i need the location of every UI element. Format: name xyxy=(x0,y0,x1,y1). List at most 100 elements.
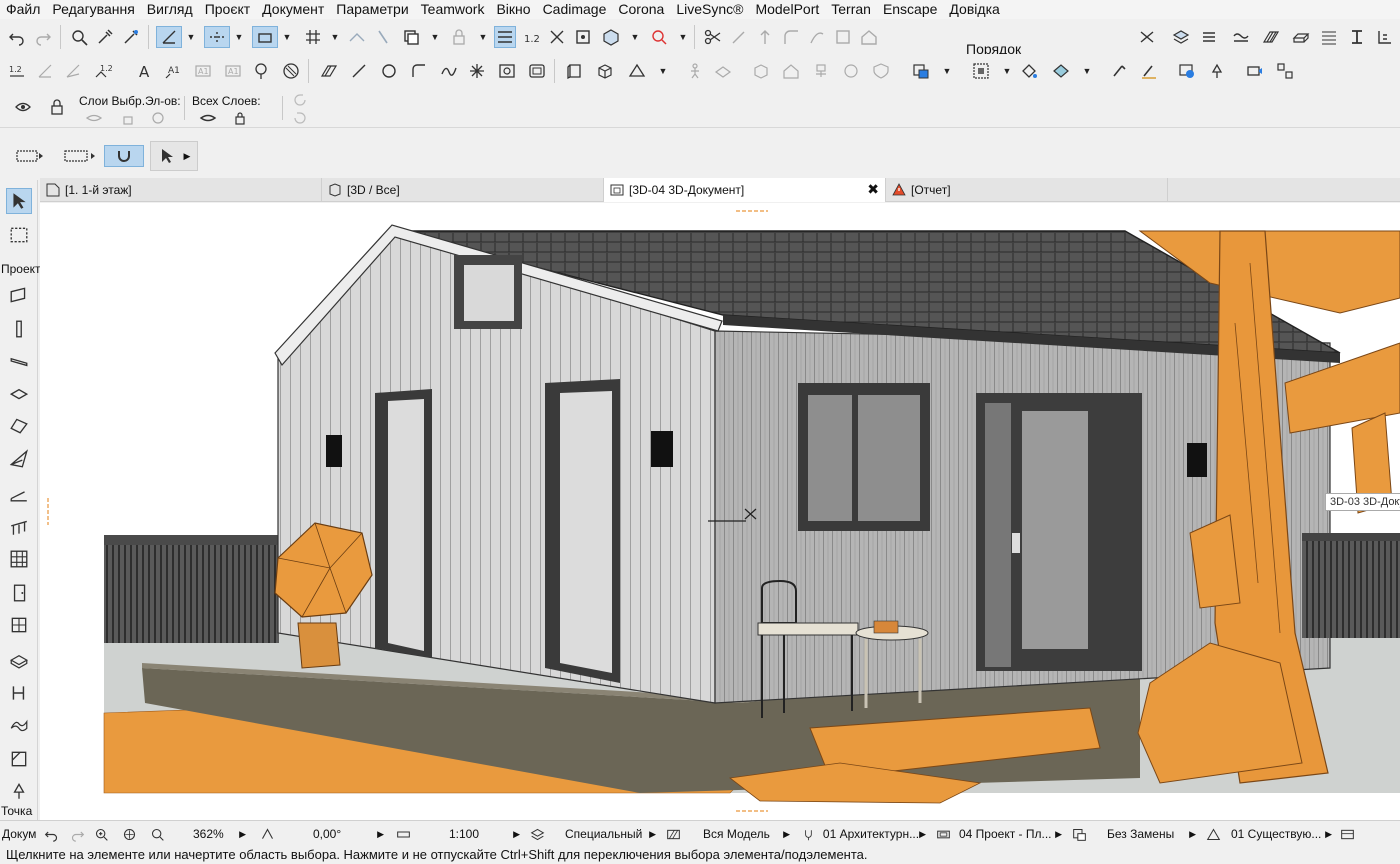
scale-field[interactable]: 1:100 ▶ xyxy=(396,825,520,843)
zoom-level-field[interactable]: 362% ▶ xyxy=(150,825,246,843)
menu-window[interactable]: Вікно xyxy=(490,0,536,19)
curtain-wall-button[interactable] xyxy=(750,60,772,82)
morph-button[interactable] xyxy=(564,60,586,82)
chevron-down-icon[interactable]: ▼ xyxy=(658,60,668,82)
shell-button[interactable] xyxy=(626,60,648,82)
grid-snap-button[interactable] xyxy=(302,26,324,48)
fit-zoom-button[interactable] xyxy=(122,825,137,843)
marquee-selection-button[interactable] xyxy=(12,145,48,167)
element-info-button[interactable] xyxy=(910,60,932,82)
redo-zoom-button[interactable] xyxy=(70,825,85,843)
dimension-standard-dropdown[interactable]: 04 Проект - Пл... ▶ xyxy=(936,825,1062,843)
menu-livesync[interactable]: LiveSync® xyxy=(670,0,749,19)
suspend-groups-button[interactable] xyxy=(494,26,516,48)
all-layers-eye-button[interactable] xyxy=(198,110,218,126)
close-icon[interactable]: ✖ xyxy=(867,181,879,198)
layer-redo-button[interactable] xyxy=(290,110,310,126)
renovation-button[interactable] xyxy=(870,60,892,82)
object-tool[interactable] xyxy=(6,680,32,706)
slab-tool[interactable] xyxy=(6,380,32,406)
quick-layers-button[interactable] xyxy=(12,96,34,118)
resize-button[interactable] xyxy=(832,26,854,48)
stair-maker-button[interactable] xyxy=(810,60,832,82)
spline-button[interactable] xyxy=(438,60,460,82)
railing-tool[interactable] xyxy=(6,514,32,540)
lamp-button[interactable] xyxy=(1206,60,1228,82)
column-button[interactable] xyxy=(1346,26,1368,48)
surface-painter-button[interactable] xyxy=(1050,60,1072,82)
mesh-tool[interactable] xyxy=(6,646,32,672)
menu-edit[interactable]: Редагування xyxy=(46,0,140,19)
hatch-toggle-button[interactable] xyxy=(1198,26,1220,48)
chevron-down-icon[interactable]: ▼ xyxy=(678,26,688,48)
brush-button[interactable] xyxy=(1108,60,1130,82)
drawing-button[interactable] xyxy=(496,60,518,82)
window-tool[interactable] xyxy=(6,612,32,638)
menu-modelport[interactable]: ModelPort xyxy=(749,0,825,19)
menu-document[interactable]: Документ xyxy=(256,0,330,19)
all-layers-lock-button[interactable] xyxy=(230,110,250,126)
chevron-down-icon[interactable]: ▼ xyxy=(430,26,440,48)
fit-in-window-button[interactable] xyxy=(572,26,594,48)
3d-document-viewport[interactable]: 3D-03 3D-Доку xyxy=(40,203,1400,820)
graphic-override-dropdown[interactable]: Без Замены ▶ xyxy=(1072,825,1196,843)
chevron-down-icon[interactable]: ▼ xyxy=(234,26,244,48)
polyline-button[interactable] xyxy=(408,60,430,82)
dimension-radial-button[interactable] xyxy=(62,60,84,82)
guide-lines-button[interactable] xyxy=(156,26,182,48)
dimension-angular-button[interactable] xyxy=(34,60,56,82)
brush-settings-button[interactable] xyxy=(1138,60,1160,82)
menu-view[interactable]: Вигляд xyxy=(141,0,199,19)
line-button[interactable] xyxy=(348,60,370,82)
chevron-down-icon[interactable]: ▼ xyxy=(942,60,952,82)
hotspot-button[interactable] xyxy=(250,60,272,82)
fillet-button[interactable] xyxy=(780,26,802,48)
label-button[interactable]: A1 xyxy=(162,60,184,82)
dimension-button[interactable]: 1.2 xyxy=(520,26,542,48)
arc-circle-button[interactable] xyxy=(378,60,400,82)
menu-file[interactable]: Файл xyxy=(0,0,46,19)
roof-split-button[interactable] xyxy=(858,26,880,48)
lock-layers-button[interactable] xyxy=(46,96,68,118)
paint-bucket-button[interactable] xyxy=(1018,60,1040,82)
layer-lock-button[interactable] xyxy=(118,110,138,126)
slab-button[interactable] xyxy=(1260,26,1282,48)
beam-button[interactable] xyxy=(1290,26,1312,48)
layer-wireframe-button[interactable] xyxy=(148,110,168,126)
undo-button[interactable] xyxy=(6,26,28,48)
zone-fill-button[interactable] xyxy=(1318,26,1340,48)
extend-button[interactable] xyxy=(754,26,776,48)
menu-terran[interactable]: Terran xyxy=(825,0,877,19)
tab-report[interactable]: [Отчет] xyxy=(886,178,1168,202)
hyperlink-button[interactable] xyxy=(840,60,862,82)
chevron-down-icon[interactable]: ▼ xyxy=(186,26,196,48)
menu-help[interactable]: Довідка xyxy=(943,0,1005,19)
tab-3d-all[interactable]: [3D / Все] xyxy=(322,178,604,202)
menu-teamwork[interactable]: Teamwork xyxy=(415,0,491,19)
marquee-tool[interactable] xyxy=(6,222,32,248)
chevron-down-icon[interactable]: ▼ xyxy=(1002,60,1012,82)
roof-tool[interactable] xyxy=(6,412,32,438)
tab-3d-document[interactable]: [3D-04 3D-Документ] ✖ xyxy=(604,178,886,202)
wave-fill-button[interactable] xyxy=(1230,26,1252,48)
curve-button[interactable] xyxy=(806,26,828,48)
chevron-down-icon[interactable]: ▼ xyxy=(478,26,488,48)
chevron-down-icon[interactable]: ▼ xyxy=(330,26,340,48)
trace-button[interactable] xyxy=(346,26,368,48)
inject-parameters-button[interactable] xyxy=(120,26,142,48)
curtain-wall-tool[interactable] xyxy=(6,546,32,572)
lamp-tool[interactable] xyxy=(6,778,32,804)
bring-to-front-button[interactable] xyxy=(1136,26,1158,48)
marquee-3d-button[interactable] xyxy=(970,60,992,82)
split-button[interactable] xyxy=(702,26,724,48)
snap-points-button[interactable] xyxy=(252,26,278,48)
zoom-button[interactable] xyxy=(648,26,670,48)
beam-tool[interactable] xyxy=(6,348,32,374)
stair-button[interactable] xyxy=(1374,26,1396,48)
model-view-dropdown[interactable]: Вся Модель ▶ xyxy=(666,825,790,843)
shell-tool[interactable] xyxy=(6,446,32,472)
chevron-down-icon[interactable]: ▼ xyxy=(630,26,640,48)
person-object-button[interactable] xyxy=(684,60,706,82)
tab-floor-plan[interactable]: [1. 1-й этаж] xyxy=(40,178,322,202)
dimension-linear-button[interactable]: 1.2 xyxy=(6,60,28,82)
